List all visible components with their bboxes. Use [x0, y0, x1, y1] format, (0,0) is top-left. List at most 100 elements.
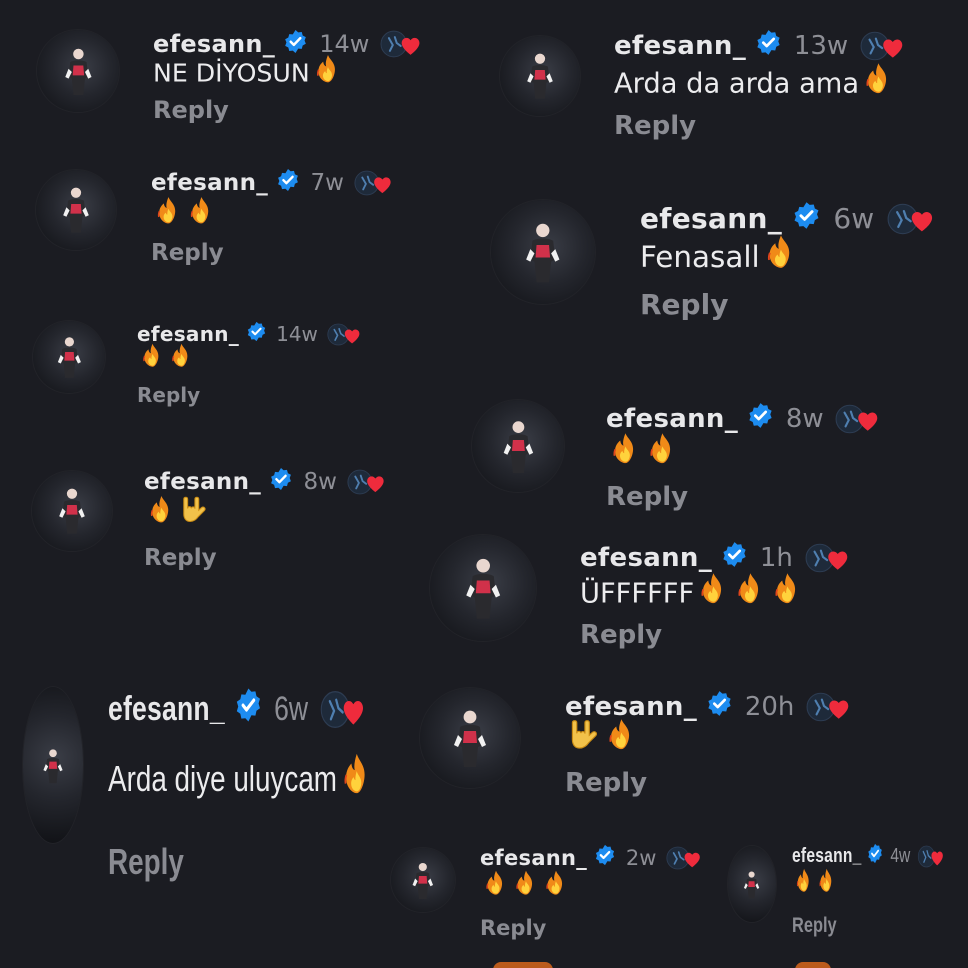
profile-avatar[interactable]: [32, 471, 112, 551]
comment-header: efesann_ 13w: [614, 28, 906, 64]
username-link[interactable]: efesann_: [606, 404, 738, 434]
fire-emoji-icon: [696, 571, 731, 619]
fire-emoji-icon: [733, 571, 768, 619]
verified-badge-icon: [276, 168, 300, 198]
reply-button[interactable]: Reply: [153, 96, 229, 124]
comment-text: NE DİYOSUN: [153, 53, 344, 96]
verified-badge-icon: [594, 844, 616, 871]
comment-text: [606, 431, 680, 479]
reply-button[interactable]: Reply: [151, 240, 224, 266]
profile-avatar[interactable]: [23, 687, 83, 843]
reply-button[interactable]: Reply: [606, 482, 688, 512]
creator-liked-icon: [860, 31, 907, 61]
profile-avatar[interactable]: [391, 848, 455, 912]
username-link[interactable]: efesann_: [480, 846, 587, 870]
verified-badge-icon: [234, 687, 262, 732]
profile-avatar[interactable]: [33, 321, 105, 393]
username-link[interactable]: efesann_: [151, 170, 268, 196]
avatar-figure-icon: [450, 706, 490, 772]
comment-header: efesann_ 2w: [480, 843, 703, 872]
avatar-figure-icon: [41, 715, 65, 818]
avatar-figure-icon: [62, 45, 95, 99]
avatar-figure-icon: [462, 554, 504, 624]
username-link[interactable]: efesann_: [144, 469, 261, 495]
fire-emoji-icon: [861, 61, 896, 109]
verified-badge-icon: [246, 321, 267, 347]
fire-emoji-icon: [816, 867, 837, 904]
comment-body: Arda da arda ama: [614, 67, 860, 99]
profile-avatar[interactable]: [472, 400, 564, 492]
reply-button[interactable]: Reply: [792, 914, 837, 938]
comment-time: 4w: [890, 844, 911, 867]
creator-liked-icon: [347, 469, 387, 495]
comment-text: [792, 867, 837, 904]
reply-button[interactable]: Reply: [580, 620, 662, 650]
rock-hand-emoji-icon: [567, 717, 602, 765]
profile-avatar[interactable]: [36, 170, 116, 250]
comment-time: 20h: [744, 692, 795, 722]
reply-button[interactable]: Reply: [144, 545, 217, 571]
reply-button[interactable]: Reply: [108, 842, 184, 883]
comment-time: 6w: [833, 202, 875, 235]
username-link[interactable]: efesann_: [640, 202, 782, 235]
fire-emoji-icon: [608, 431, 643, 479]
rock-hand-emoji-icon: [179, 494, 210, 536]
profile-avatar[interactable]: [491, 200, 595, 304]
reply-button[interactable]: Reply: [614, 111, 696, 141]
avatar-figure-icon: [500, 417, 537, 478]
creator-liked-icon: [666, 846, 703, 870]
comment-time: 6w: [274, 689, 309, 728]
comment-header: efesann_ 4w: [792, 842, 945, 870]
comment-time: 13w: [793, 31, 849, 61]
fire-emoji-icon: [482, 869, 510, 908]
fire-emoji-icon: [146, 494, 177, 536]
comment-time: 1h: [759, 543, 793, 573]
fire-emoji-icon: [542, 869, 570, 908]
comment-time: 2w: [625, 845, 657, 870]
username-link[interactable]: efesann_: [580, 543, 712, 573]
comment-time: 7w: [310, 170, 344, 196]
comment-text: [565, 717, 639, 765]
creator-liked-icon: [327, 323, 363, 346]
avatar-figure-icon: [55, 334, 84, 382]
profile-avatar[interactable]: [500, 36, 580, 116]
avatar-figure-icon: [524, 50, 556, 103]
profile-avatar[interactable]: [37, 30, 119, 112]
fire-emoji-icon: [339, 751, 375, 812]
comment-text: [137, 342, 195, 378]
fire-emoji-icon: [762, 233, 800, 284]
profile-avatar[interactable]: [430, 535, 536, 641]
fire-emoji-icon: [186, 195, 217, 237]
comment-text: Arda da arda ama: [614, 61, 896, 109]
comment-body: Fenasall: [640, 239, 760, 274]
comment-text: Arda diye uluycam: [108, 751, 374, 812]
reply-button[interactable]: Reply: [137, 383, 200, 407]
username-link[interactable]: efesann_: [614, 31, 746, 61]
comment-text: [151, 195, 217, 237]
fire-emoji-icon: [604, 717, 639, 765]
fire-emoji-icon: [493, 962, 553, 968]
avatar-figure-icon: [410, 860, 436, 902]
profile-avatar[interactable]: [420, 688, 520, 788]
profile-avatar[interactable]: [728, 846, 776, 922]
comment-text: ÜFFFFFF: [580, 571, 805, 619]
comment-collage: efesann_ 14w NE DİYOSUN Reply efesann_ 13w Ard…: [0, 0, 968, 968]
creator-liked-icon: [805, 543, 852, 573]
verified-badge-icon: [747, 402, 774, 436]
reply-button[interactable]: Reply: [565, 768, 647, 798]
comment-time: 14w: [276, 322, 318, 346]
verified-badge-icon: [269, 467, 293, 497]
comment-text: Fenasall: [640, 233, 800, 284]
comment-header: efesann_ 6w: [108, 685, 367, 733]
fire-emoji-icon: [794, 867, 815, 904]
reply-button[interactable]: Reply: [640, 288, 728, 321]
fire-emoji-icon: [770, 571, 805, 619]
username-link[interactable]: efesann_: [792, 845, 862, 868]
creator-liked-icon: [887, 203, 937, 235]
creator-liked-icon: [320, 690, 367, 729]
verified-badge-icon: [792, 201, 821, 237]
username-link[interactable]: efesann_: [108, 690, 225, 729]
reply-button[interactable]: Reply: [480, 916, 546, 940]
avatar-figure-icon: [522, 219, 564, 288]
fire-emoji-icon: [645, 431, 680, 479]
